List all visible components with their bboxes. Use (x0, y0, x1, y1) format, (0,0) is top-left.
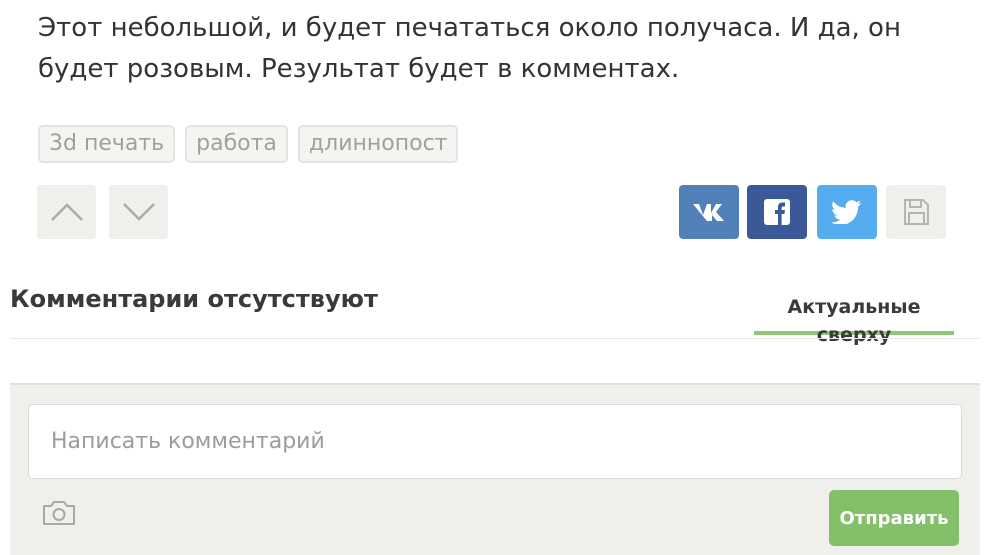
share-twitter-button[interactable] (817, 185, 877, 239)
facebook-icon (764, 199, 790, 225)
camera-icon (43, 501, 75, 525)
vote-down-button[interactable] (109, 185, 168, 239)
attach-image-button[interactable] (42, 500, 76, 530)
twitter-icon (832, 200, 861, 224)
tab-sort-actual[interactable]: Актуальные сверху (754, 293, 954, 346)
vk-icon (693, 204, 724, 221)
share-vk-button[interactable] (679, 185, 739, 239)
chevron-down-icon (122, 203, 155, 221)
post-text: Этот небольшой, и будет печататься около… (38, 13, 901, 84)
tag-longpost[interactable]: длиннопост (297, 125, 459, 163)
comment-composer: Отправить (10, 383, 980, 555)
share-facebook-button[interactable] (747, 185, 807, 239)
vote-up-button[interactable] (37, 185, 96, 239)
tag-3d-print[interactable]: 3d печать (38, 125, 176, 163)
tag-work[interactable]: работа (185, 125, 288, 163)
chevron-up-icon (50, 203, 83, 221)
send-comment-button[interactable]: Отправить (829, 490, 959, 546)
save-icon (904, 199, 929, 225)
save-post-button[interactable] (886, 185, 946, 239)
comment-input[interactable] (28, 404, 962, 479)
tag-list: 3d печать работа длиннопост (38, 125, 459, 163)
divider (10, 338, 980, 339)
comments-title: Комментарии отсутствуют (10, 285, 378, 313)
